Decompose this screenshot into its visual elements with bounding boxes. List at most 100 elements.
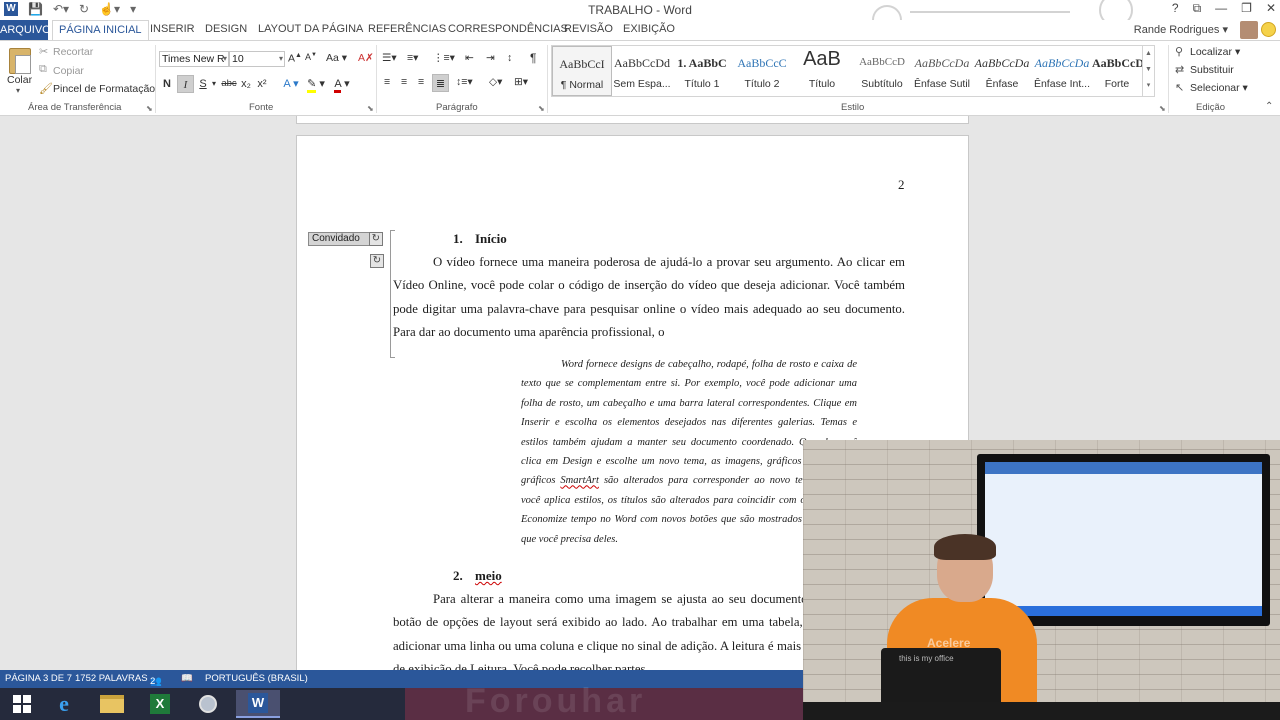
bold-button[interactable]: N	[160, 75, 174, 93]
section-heading: 2. meio	[453, 568, 502, 583]
tab-mailings[interactable]: CORRESPONDÊNCIAS	[448, 23, 568, 35]
style-preview: AaBbCcDd	[614, 56, 670, 70]
superscript-button[interactable]: x²	[255, 75, 269, 93]
style-intense-emphasis[interactable]: AaBbCcDa Ênfase Int...	[1032, 46, 1092, 96]
paste-dropdown-icon[interactable]: ▾	[16, 86, 20, 95]
format-painter-button[interactable]: Pincel de Formatação	[53, 83, 155, 95]
tab-home[interactable]: PÁGINA INICIAL	[52, 20, 149, 41]
align-right-icon[interactable]: ≡	[418, 76, 424, 88]
style-preview: AaBbCcDa	[974, 56, 1030, 70]
coauthor-tag[interactable]: Convidado ↻	[308, 232, 383, 246]
text-effects-icon[interactable]: A ▾	[280, 75, 302, 93]
taskbar-file-explorer[interactable]	[90, 690, 134, 718]
align-left-icon[interactable]: ≡	[384, 76, 390, 88]
style-subtle-emphasis[interactable]: AaBbCcDa Ênfase Sutil	[912, 46, 972, 96]
taskbar-word[interactable]: W	[236, 690, 280, 718]
decrease-indent-icon[interactable]: ⇤	[465, 52, 474, 64]
font-color-icon[interactable]: A ▾	[330, 75, 354, 93]
clipboard-dialog-launcher-icon[interactable]: ⬊	[146, 104, 153, 113]
word-count[interactable]: 1752 PALAVRAS	[75, 673, 148, 684]
subscript-button[interactable]: x₂	[239, 75, 253, 93]
shrink-font-icon[interactable]: A▼	[305, 52, 317, 62]
style-subtitle[interactable]: AaBbCcD Subtítulo	[852, 46, 912, 96]
tab-insert[interactable]: INSERIR	[150, 23, 195, 35]
show-marks-icon[interactable]: ¶	[530, 51, 536, 65]
font-dialog-launcher-icon[interactable]: ⬊	[367, 104, 374, 113]
increase-indent-icon[interactable]: ⇥	[486, 52, 495, 64]
taskbar-internet-explorer[interactable]: e	[42, 690, 86, 718]
clear-formatting-icon[interactable]: A✗	[358, 52, 374, 64]
select-button[interactable]: Selecionar ▾	[1190, 82, 1248, 94]
collapse-ribbon-icon[interactable]: ⌃	[1265, 101, 1273, 112]
styles-gallery-scroll[interactable]: ▲ ▼ ▾	[1142, 46, 1154, 96]
styles-dialog-launcher-icon[interactable]: ⬊	[1159, 104, 1166, 113]
tab-page-layout[interactable]: LAYOUT DA PÁGINA	[258, 23, 363, 35]
sync-icon[interactable]: ↻	[370, 254, 384, 268]
style-name: Sem Espa...	[613, 78, 671, 90]
sort-icon[interactable]: ↕	[507, 52, 512, 64]
clipboard-group-label: Área de Transferência	[28, 102, 122, 113]
shading-icon[interactable]: ◇▾	[489, 76, 502, 88]
style-normal[interactable]: AaBbCcI ¶ Normal	[552, 46, 612, 96]
user-name[interactable]: Rande Rodrigues ▾	[1134, 23, 1228, 36]
highlight-color-icon[interactable]: ✎ ▾	[304, 75, 328, 93]
style-name: Título	[808, 78, 836, 90]
tab-file[interactable]: ARQUIVO	[0, 20, 51, 40]
change-case-icon[interactable]: Aa ▾	[326, 52, 347, 64]
style-preview: AaBbCcC	[737, 56, 787, 70]
align-center-icon[interactable]: ≡	[401, 76, 407, 88]
multilevel-list-icon[interactable]: ⋮≡▾	[433, 52, 455, 64]
paste-icon[interactable]	[9, 48, 31, 74]
tab-view[interactable]: EXIBIÇÃO	[623, 23, 675, 35]
tab-references[interactable]: REFERÊNCIAS	[368, 23, 446, 35]
paragraph-dialog-launcher-icon[interactable]: ⬊	[538, 104, 545, 113]
paste-button[interactable]: Colar	[7, 74, 32, 86]
style-title[interactable]: AaB Título	[792, 46, 852, 96]
underline-button[interactable]: S	[197, 75, 209, 93]
ribbon-display-icon[interactable]: ⧉	[1193, 1, 1202, 16]
replace-button[interactable]: Substituir	[1190, 64, 1234, 76]
line-spacing-icon[interactable]: ↕≡▾	[456, 76, 473, 88]
tab-design[interactable]: DESIGN	[205, 23, 247, 35]
page-indicator[interactable]: PÁGINA 3 DE 7	[5, 673, 72, 684]
borders-icon[interactable]: ⊞▾	[514, 76, 528, 88]
restore-button[interactable]: ❐	[1241, 1, 1252, 16]
taskbar-excel[interactable]: X	[138, 690, 182, 718]
taskbar-app[interactable]	[186, 690, 230, 718]
style-no-spacing[interactable]: AaBbCcDd Sem Espa...	[612, 46, 672, 96]
style-strong[interactable]: AaBbCcD Forte	[1092, 46, 1142, 96]
windows-logo-icon	[13, 695, 31, 713]
sync-icon[interactable]: ↻	[368, 232, 383, 246]
replace-icon: ⇄	[1175, 64, 1185, 76]
italic-button[interactable]: I	[177, 75, 194, 93]
copy-icon: ⧉	[39, 63, 47, 75]
language-indicator[interactable]: PORTUGUÊS (BRASIL)	[205, 673, 308, 684]
numbering-icon[interactable]: ≡▾	[407, 52, 418, 64]
grow-font-icon[interactable]: A▲	[288, 52, 302, 65]
style-heading-2[interactable]: AaBbCcC Título 2	[732, 46, 792, 96]
justify-icon[interactable]: ≣	[432, 74, 449, 92]
tab-review[interactable]: REVISÃO	[564, 23, 613, 35]
style-name: Ênfase	[985, 78, 1019, 90]
body-paragraph[interactable]: O vídeo fornece uma maneira poderosa de …	[393, 251, 905, 344]
start-button[interactable]	[0, 690, 44, 718]
help-icon[interactable]: ?	[1172, 1, 1179, 16]
font-size-combo[interactable]: 10 ▾	[229, 51, 285, 67]
find-button[interactable]: Localizar ▾	[1190, 46, 1240, 58]
feedback-smiley-icon[interactable]	[1261, 22, 1276, 37]
group-separator	[547, 45, 548, 113]
style-heading-1[interactable]: 1. AaBbC Título 1	[672, 46, 732, 96]
bullets-icon[interactable]: ☰▾	[382, 52, 397, 64]
underline-dropdown-icon[interactable]: ▾	[209, 75, 219, 93]
copy-button[interactable]: Copiar	[53, 65, 84, 77]
proofing-icon[interactable]: 📖	[181, 673, 193, 684]
font-name-combo[interactable]: Times New R ▾	[159, 51, 229, 67]
minimize-button[interactable]: —	[1215, 1, 1227, 16]
previous-page[interactable]	[296, 116, 969, 124]
strikethrough-button[interactable]: abc	[220, 75, 238, 93]
close-button[interactable]: ✕	[1266, 1, 1276, 16]
avatar[interactable]	[1240, 21, 1258, 39]
cut-button[interactable]: Recortar	[53, 46, 93, 58]
style-emphasis[interactable]: AaBbCcDa Ênfase	[972, 46, 1032, 96]
spelling-error[interactable]: SmartArt	[560, 475, 599, 486]
